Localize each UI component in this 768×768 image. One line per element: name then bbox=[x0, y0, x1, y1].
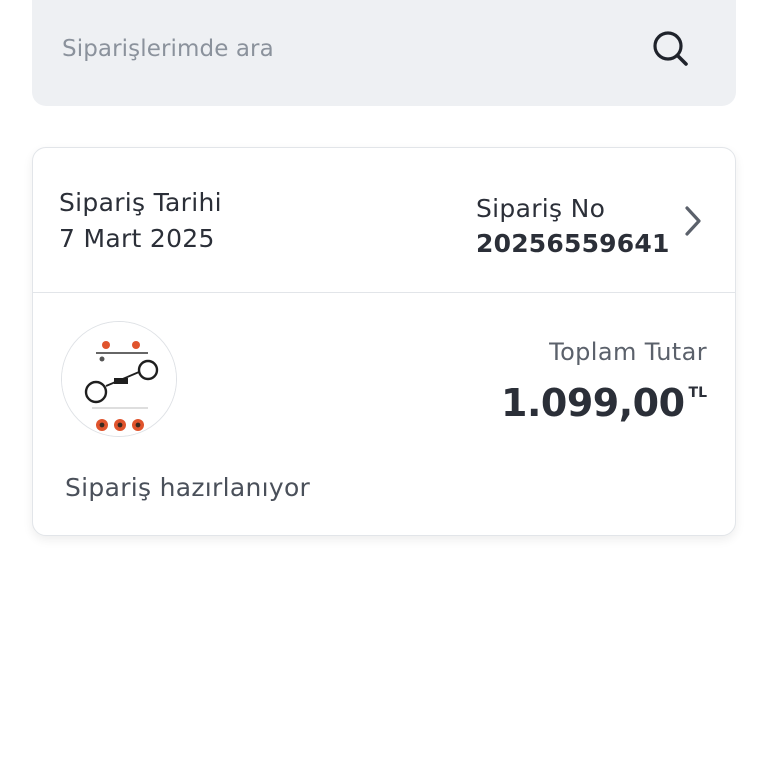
order-card-body: Toplam Tutar 1.099,00 TL Sipariş hazırla… bbox=[33, 293, 735, 536]
search-icon[interactable] bbox=[650, 28, 692, 70]
order-status: Sipariş hazırlanıyor bbox=[65, 473, 311, 502]
order-number-value: 20256559641 bbox=[476, 229, 670, 258]
order-card-header[interactable]: Sipariş Tarihi 7 Mart 2025 Sipariş No 20… bbox=[33, 148, 735, 293]
search-input[interactable] bbox=[62, 36, 650, 62]
orders-page: Sipariş Tarihi 7 Mart 2025 Sipariş No 20… bbox=[0, 0, 768, 768]
order-total-value: 1.099,00 bbox=[501, 381, 685, 425]
order-card[interactable]: Sipariş Tarihi 7 Mart 2025 Sipariş No 20… bbox=[32, 147, 736, 536]
order-number-block: Sipariş No 20256559641 bbox=[476, 192, 670, 262]
order-date-value: 7 Mart 2025 bbox=[59, 224, 215, 253]
order-total-amount: 1.099,00 TL bbox=[501, 381, 707, 425]
order-date-block: Sipariş Tarihi 7 Mart 2025 bbox=[59, 186, 222, 258]
currency-label: TL bbox=[688, 385, 707, 401]
product-thumbnail[interactable] bbox=[61, 321, 177, 437]
order-date-label: Sipariş Tarihi bbox=[59, 188, 222, 217]
order-total-block: Toplam Tutar 1.099,00 TL bbox=[501, 335, 707, 425]
order-total-label: Toplam Tutar bbox=[549, 338, 707, 366]
product-thumbnail-icon bbox=[62, 322, 176, 436]
chevron-right-icon[interactable] bbox=[681, 204, 705, 238]
order-number-label: Sipariş No bbox=[476, 194, 606, 223]
search-bar bbox=[32, 0, 736, 106]
